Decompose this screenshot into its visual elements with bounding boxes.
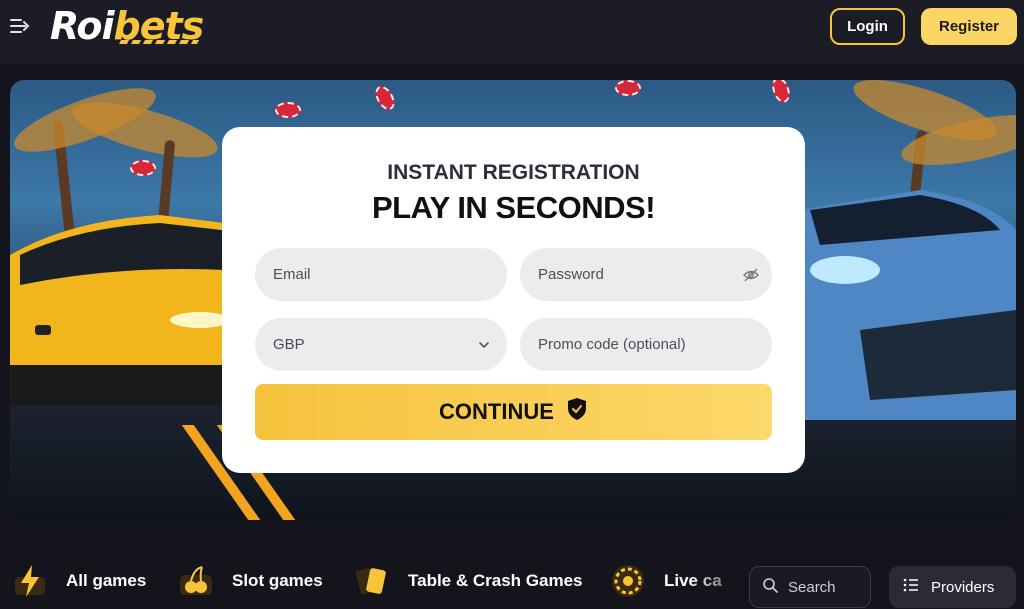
category-bar: All games Slot games Table & Crash Games… bbox=[0, 555, 1024, 609]
continue-button[interactable]: CONTINUE bbox=[255, 384, 772, 440]
yellow-sports-car bbox=[10, 215, 240, 425]
category-table-crash-games[interactable]: Table & Crash Games bbox=[354, 563, 582, 599]
search-icon bbox=[762, 577, 778, 597]
casino-chip bbox=[615, 80, 641, 96]
email-input[interactable] bbox=[273, 266, 507, 283]
casino-chip bbox=[371, 82, 399, 114]
eye-off-icon[interactable] bbox=[742, 266, 760, 284]
shield-check-icon bbox=[566, 397, 588, 427]
logo-stripes bbox=[118, 40, 200, 44]
continue-label: CONTINUE bbox=[439, 399, 554, 424]
casino-chip bbox=[130, 160, 156, 176]
login-button[interactable]: Login bbox=[830, 8, 905, 45]
menu-toggle-icon[interactable] bbox=[8, 14, 32, 38]
providers-button[interactable]: Providers bbox=[889, 566, 1016, 608]
search-box[interactable]: Search bbox=[749, 566, 871, 608]
hero-banner: INSTANT REGISTRATION PLAY IN SECONDS! GB… bbox=[10, 80, 1016, 520]
currency-select[interactable]: GBP bbox=[255, 318, 507, 371]
email-field[interactable] bbox=[255, 248, 507, 301]
currency-value: GBP bbox=[273, 336, 305, 353]
promo-code-field[interactable] bbox=[520, 318, 772, 371]
category-slot-games[interactable]: Slot games bbox=[178, 563, 323, 599]
registration-card: INSTANT REGISTRATION PLAY IN SECONDS! GB… bbox=[222, 127, 805, 473]
search-placeholder: Search bbox=[788, 578, 836, 596]
blue-sports-car bbox=[800, 190, 1016, 420]
registration-subtitle: INSTANT REGISTRATION bbox=[387, 161, 640, 184]
category-all-games[interactable]: All games bbox=[12, 563, 146, 599]
promo-code-input[interactable] bbox=[538, 336, 772, 353]
providers-label: Providers bbox=[931, 578, 995, 596]
casino-chip bbox=[275, 102, 301, 118]
register-button[interactable]: Register bbox=[921, 8, 1017, 45]
password-field[interactable] bbox=[520, 248, 772, 301]
cherry-icon bbox=[178, 563, 214, 599]
list-icon bbox=[903, 578, 919, 596]
roulette-icon bbox=[610, 563, 646, 599]
cards-icon bbox=[354, 563, 390, 599]
lightning-icon bbox=[12, 563, 48, 599]
casino-chip bbox=[769, 80, 793, 105]
top-header: Roi bets Login Register bbox=[0, 0, 1024, 64]
scroll-fade bbox=[690, 555, 750, 609]
password-input[interactable] bbox=[538, 266, 772, 283]
chevron-down-icon bbox=[477, 338, 491, 352]
registration-title: PLAY IN SECONDS! bbox=[371, 190, 656, 225]
